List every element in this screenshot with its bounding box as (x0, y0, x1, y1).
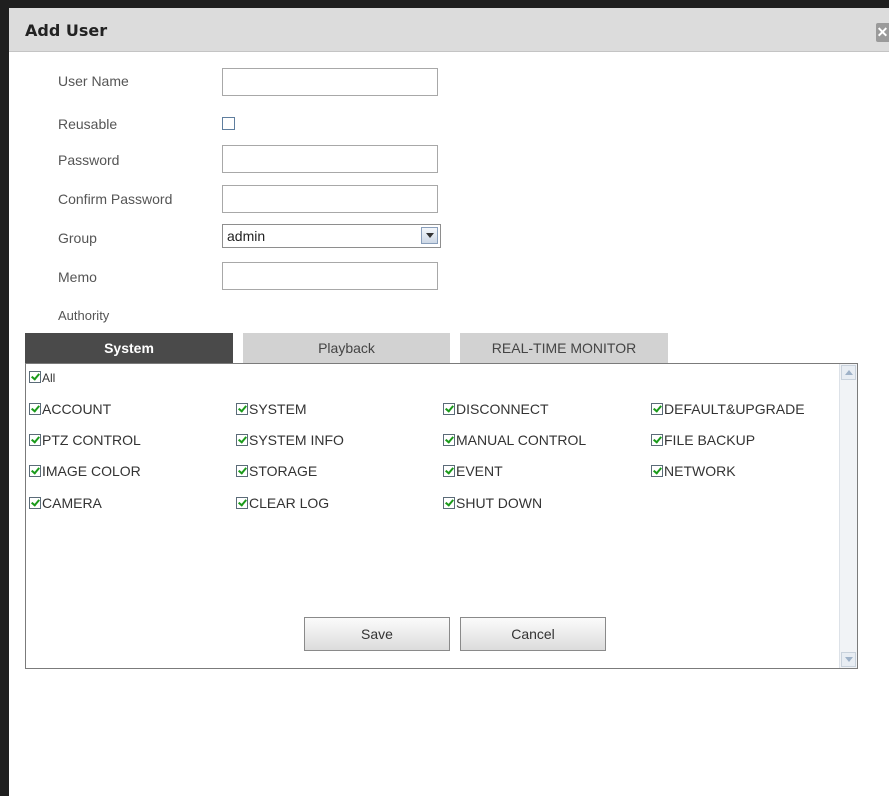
permission-system[interactable]: SYSTEM (236, 401, 307, 417)
window-frame-left (0, 8, 9, 796)
checkbox-checked-icon[interactable] (29, 465, 41, 477)
checkbox-checked-icon[interactable] (443, 403, 455, 415)
confirm-password-label: Confirm Password (58, 191, 173, 207)
permission-label: All (42, 371, 56, 385)
dialog-titlebar: Add User ✕ (9, 8, 889, 52)
checkbox-checked-icon[interactable] (651, 434, 663, 446)
checkbox-checked-icon[interactable] (443, 497, 455, 509)
memo-input[interactable] (222, 262, 438, 290)
scroll-down-icon[interactable] (841, 652, 856, 667)
permission-label: EVENT (456, 463, 503, 479)
checkbox-checked-icon[interactable] (236, 403, 248, 415)
checkbox-checked-icon[interactable] (29, 371, 41, 383)
reusable-label: Reusable (58, 116, 118, 132)
permission-camera[interactable]: CAMERA (29, 495, 102, 511)
permission-network[interactable]: NETWORK (651, 463, 736, 479)
tab-playback[interactable]: Playback (243, 333, 450, 363)
checkbox-checked-icon[interactable] (443, 465, 455, 477)
checkbox-checked-icon[interactable] (651, 403, 663, 415)
checkbox-checked-icon[interactable] (29, 403, 41, 415)
permission-label: STORAGE (249, 463, 318, 479)
password-input[interactable] (222, 145, 438, 173)
checkbox-checked-icon[interactable] (29, 434, 41, 446)
permissions-scrollbar[interactable] (839, 364, 857, 668)
group-label: Group (58, 230, 97, 246)
permission-disconnect[interactable]: DISCONNECT (443, 401, 549, 417)
group-select-value: admin (227, 228, 266, 244)
permission-account[interactable]: ACCOUNT (29, 401, 111, 417)
chevron-down-icon[interactable] (421, 227, 438, 244)
checkbox-checked-icon[interactable] (236, 465, 248, 477)
permission-file-backup[interactable]: FILE BACKUP (651, 432, 755, 448)
permission-event[interactable]: EVENT (443, 463, 503, 479)
dialog-title: Add User (25, 21, 108, 40)
confirm-password-input[interactable] (222, 185, 438, 213)
checkbox-checked-icon[interactable] (236, 434, 248, 446)
permission-label: IMAGE COLOR (42, 463, 141, 479)
reusable-checkbox[interactable] (222, 117, 235, 130)
permission-label: SHUT DOWN (456, 495, 543, 511)
permission-label: SYSTEM INFO (249, 432, 344, 448)
permission-label: MANUAL CONTROL (456, 432, 587, 448)
permission-label: DEFAULT&UPGRADE (664, 401, 805, 417)
permission-label: NETWORK (664, 463, 736, 479)
permission-clear-log[interactable]: CLEAR LOG (236, 495, 329, 511)
tab-system[interactable]: System (25, 333, 233, 363)
group-select[interactable]: admin (222, 224, 441, 248)
checkbox-checked-icon[interactable] (651, 465, 663, 477)
password-label: Password (58, 152, 120, 168)
user-name-label: User Name (58, 73, 129, 89)
window-frame-top (0, 0, 889, 8)
authority-label: Authority (58, 308, 110, 323)
checkbox-checked-icon[interactable] (236, 497, 248, 509)
permission-all[interactable]: All (29, 371, 55, 385)
checkbox-checked-icon[interactable] (443, 434, 455, 446)
permission-shut-down[interactable]: SHUT DOWN (443, 495, 542, 511)
permission-ptz-control[interactable]: PTZ CONTROL (29, 432, 141, 448)
permission-image-color[interactable]: IMAGE COLOR (29, 463, 141, 479)
permission-label: ACCOUNT (42, 401, 112, 417)
tab-real-time-monitor[interactable]: REAL-TIME MONITOR (460, 333, 668, 363)
permission-label: PTZ CONTROL (42, 432, 141, 448)
scroll-up-icon[interactable] (841, 365, 856, 380)
permission-label: CLEAR LOG (249, 495, 330, 511)
close-icon[interactable]: ✕ (876, 23, 889, 42)
permission-manual-control[interactable]: MANUAL CONTROL (443, 432, 586, 448)
permission-system-info[interactable]: SYSTEM INFO (236, 432, 344, 448)
user-name-input[interactable] (222, 68, 438, 96)
checkbox-checked-icon[interactable] (29, 497, 41, 509)
add-user-dialog: Add User ✕ User Name Reusable Password C… (9, 8, 889, 796)
permission-default-upgrade[interactable]: DEFAULT&UPGRADE (651, 401, 805, 417)
permission-storage[interactable]: STORAGE (236, 463, 317, 479)
permission-label: DISCONNECT (456, 401, 549, 417)
permission-label: CAMERA (42, 495, 102, 511)
permission-label: SYSTEM (249, 401, 307, 417)
save-button[interactable]: Save (304, 617, 450, 651)
permission-label: FILE BACKUP (664, 432, 756, 448)
cancel-button[interactable]: Cancel (460, 617, 606, 651)
memo-label: Memo (58, 269, 97, 285)
